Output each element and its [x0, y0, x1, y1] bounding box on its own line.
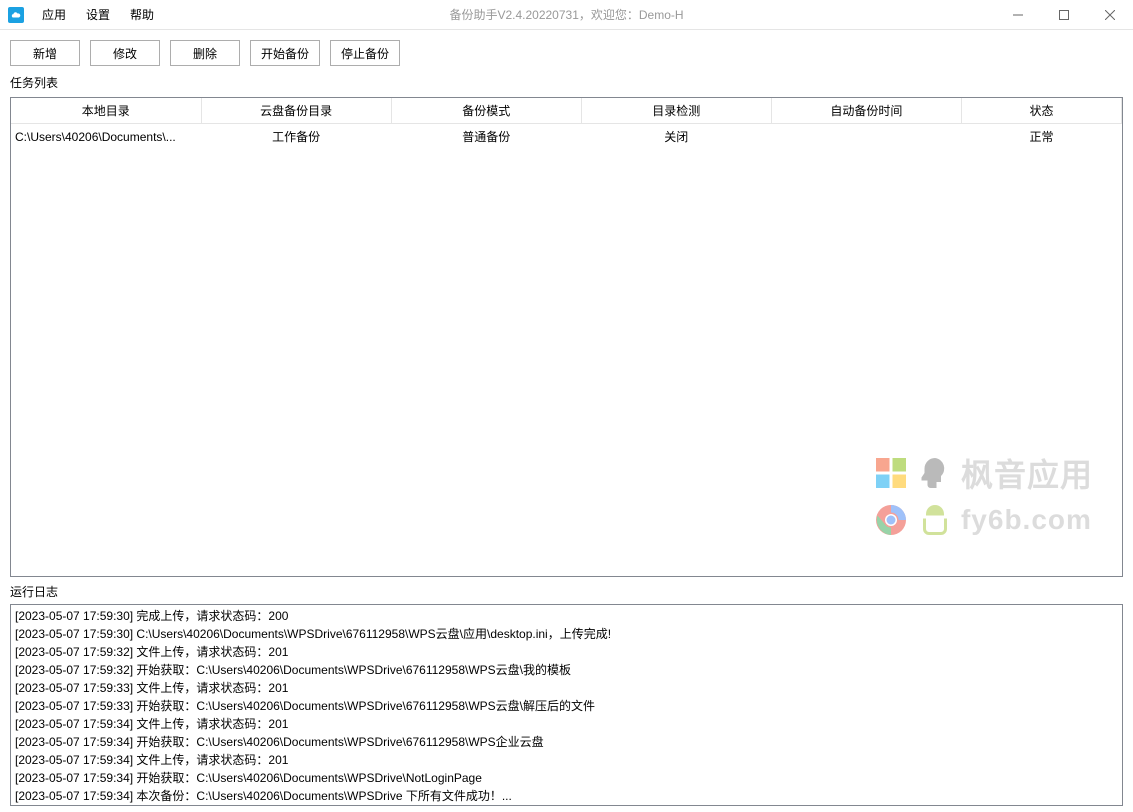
- log-label: 运行日志: [0, 577, 1133, 604]
- log-line: [2023-05-07 17:59:34] 文件上传，请求状态码：201: [15, 715, 1118, 733]
- maximize-button[interactable]: [1041, 0, 1087, 30]
- titlebar: 应用 设置 帮助 备份助手V2.4.20220731，欢迎您：Demo-H: [0, 0, 1133, 30]
- log-container[interactable]: [2023-05-07 17:59:30] 完成上传，请求状态码：200 [20…: [10, 604, 1123, 806]
- log-line: [2023-05-07 17:59:34] 开始获取：C:\Users\4020…: [15, 733, 1118, 751]
- minimize-button[interactable]: [995, 0, 1041, 30]
- log-line: [2023-05-07 17:59:30] 完成上传，请求状态码：200: [15, 607, 1118, 625]
- log-line: [2023-05-07 17:59:30] C:\Users\40206\Doc…: [15, 625, 1118, 643]
- task-table: 本地目录 云盘备份目录 备份模式 目录检测 自动备份时间 状态 C:\Users…: [11, 98, 1122, 149]
- menu-settings[interactable]: 设置: [76, 0, 120, 29]
- menu-app[interactable]: 应用: [32, 0, 76, 29]
- table-header-row: 本地目录 云盘备份目录 备份模式 目录检测 自动备份时间 状态: [11, 98, 1122, 124]
- col-local-dir[interactable]: 本地目录: [11, 98, 201, 124]
- col-detect[interactable]: 目录检测: [581, 98, 771, 124]
- cell-cloud-dir: 工作备份: [201, 124, 391, 150]
- cell-local-dir: C:\Users\40206\Documents\...: [11, 124, 201, 150]
- cell-auto-time: [771, 124, 961, 150]
- window-controls: [995, 0, 1133, 30]
- close-button[interactable]: [1087, 0, 1133, 30]
- col-cloud-dir[interactable]: 云盘备份目录: [201, 98, 391, 124]
- log-line: [2023-05-07 17:59:33] 文件上传，请求状态码：201: [15, 679, 1118, 697]
- window-title: 备份助手V2.4.20220731，欢迎您：Demo-H: [449, 6, 683, 23]
- log-line: [2023-05-07 17:59:34] 开始获取：C:\Users\4020…: [15, 769, 1118, 787]
- stop-backup-button[interactable]: 停止备份: [330, 40, 400, 66]
- delete-button[interactable]: 删除: [170, 40, 240, 66]
- menu-help[interactable]: 帮助: [120, 0, 164, 29]
- menu-bar: 应用 设置 帮助: [32, 0, 164, 29]
- new-button[interactable]: 新增: [10, 40, 80, 66]
- col-status[interactable]: 状态: [961, 98, 1121, 124]
- app-icon: [8, 7, 24, 23]
- log-line: [2023-05-07 17:59:32] 开始获取：C:\Users\4020…: [15, 661, 1118, 679]
- toolbar: 新增 修改 删除 开始备份 停止备份: [0, 30, 1133, 72]
- log-line: [2023-05-07 17:59:34] 本次备份：C:\Users\4020…: [15, 787, 1118, 805]
- cell-mode: 普通备份: [391, 124, 581, 150]
- col-auto-time[interactable]: 自动备份时间: [771, 98, 961, 124]
- edit-button[interactable]: 修改: [90, 40, 160, 66]
- cell-detect: 关闭: [581, 124, 771, 150]
- col-mode[interactable]: 备份模式: [391, 98, 581, 124]
- task-list-label: 任务列表: [0, 72, 1133, 97]
- log-line: [2023-05-07 17:59:34] 文件上传，请求状态码：201: [15, 751, 1118, 769]
- log-line: [2023-05-07 17:59:32] 文件上传，请求状态码：201: [15, 643, 1118, 661]
- cell-status: 正常: [961, 124, 1121, 150]
- log-line: [2023-05-07 17:59:33] 开始获取：C:\Users\4020…: [15, 697, 1118, 715]
- start-backup-button[interactable]: 开始备份: [250, 40, 320, 66]
- table-row[interactable]: C:\Users\40206\Documents\... 工作备份 普通备份 关…: [11, 124, 1122, 150]
- task-table-container[interactable]: 本地目录 云盘备份目录 备份模式 目录检测 自动备份时间 状态 C:\Users…: [10, 97, 1123, 577]
